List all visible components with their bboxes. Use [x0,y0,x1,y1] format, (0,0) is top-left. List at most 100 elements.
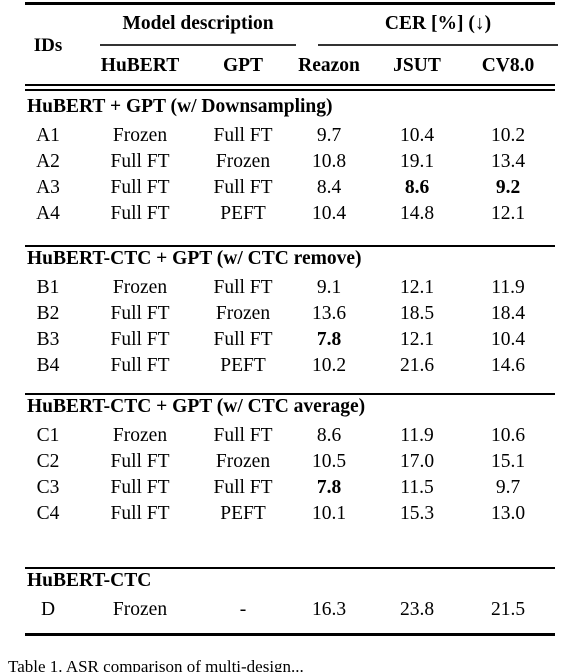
row-id: C3 [36,477,60,498]
section-header: HuBERT-CTC + GPT (w/ CTC average) [27,396,366,417]
row-gpt: Full FT [213,125,273,146]
row-cv8-cer: 9.7 [495,477,521,498]
row-id: B3 [36,329,60,350]
row-gpt: Full FT [213,425,273,446]
section-rule-d [25,567,555,569]
row-hubert: Frozen [112,277,168,298]
section-rule-c [25,393,555,395]
row-cv8-cer: 18.4 [490,303,526,324]
row-cv8-cer: 13.0 [490,503,526,524]
row-jsut-cer: 12.1 [399,277,435,298]
row-jsut-cer: 17.0 [399,451,435,472]
row-jsut-cer: 18.5 [399,303,435,324]
row-jsut-cer: 10.4 [399,125,435,146]
table-row: C3 Full FT Full FT 7.8 11.5 9.7 [0,478,580,504]
section-header: HuBERT-CTC + GPT (w/ CTC remove) [27,248,362,269]
row-hubert: Full FT [110,451,170,472]
section-rule-b [25,245,555,247]
cmidrule-cer [318,44,558,46]
row-jsut-cer: 11.9 [400,425,434,446]
row-reazon-cer: 13.6 [311,303,347,324]
row-hubert: Full FT [110,503,170,524]
row-jsut-cer: 8.6 [404,177,430,198]
row-cv8-cer: 13.4 [490,151,526,172]
row-reazon-cer: 8.4 [316,177,342,198]
header-col-jsut: JSUT [393,55,441,76]
row-cv8-cer: 11.9 [491,277,525,298]
row-gpt: Full FT [213,477,273,498]
row-reazon-cer: 8.6 [316,425,342,446]
row-gpt: Full FT [213,177,273,198]
row-gpt: - [239,599,247,620]
header-group-model: Model description [122,13,274,34]
row-id: A4 [36,203,60,224]
row-reazon-cer: 10.2 [311,355,347,376]
header-rule-upper [25,84,555,86]
row-id: B1 [36,277,60,298]
row-reazon-cer: 9.1 [316,277,342,298]
cmidrule-model-description [100,44,296,46]
header-ids: IDs [33,35,63,56]
row-hubert: Full FT [110,151,170,172]
header-rule-lower [25,89,555,91]
section-header: HuBERT-CTC [27,570,152,591]
row-cv8-cer: 12.1 [490,203,526,224]
row-gpt: PEFT [220,203,266,224]
row-gpt: Frozen [215,303,271,324]
row-id: C1 [36,425,60,446]
row-id: D [40,599,56,620]
table-row: B3 Full FT Full FT 7.8 12.1 10.4 [0,330,580,356]
table-row: C1 Frozen Full FT 8.6 11.9 10.6 [0,426,580,452]
row-hubert: Full FT [110,303,170,324]
table-row: B4 Full FT PEFT 10.2 21.6 14.6 [0,356,580,382]
row-reazon-cer: 10.1 [311,503,347,524]
row-jsut-cer: 11.5 [400,477,434,498]
header-group-cer: CER [%] (↓) [384,13,492,34]
row-hubert: Full FT [110,177,170,198]
row-reazon-cer: 10.5 [311,451,347,472]
row-jsut-cer: 23.8 [399,599,435,620]
row-id: B4 [36,355,60,376]
row-id: A3 [36,177,60,198]
row-jsut-cer: 19.1 [399,151,435,172]
row-gpt: Full FT [213,277,273,298]
row-gpt: Full FT [213,329,273,350]
row-id: C4 [36,503,60,524]
row-id: A1 [36,125,60,146]
row-jsut-cer: 14.8 [399,203,435,224]
row-id: A2 [36,151,60,172]
row-gpt: Frozen [215,151,271,172]
row-hubert: Full FT [110,203,170,224]
row-cv8-cer: 9.2 [495,177,521,198]
row-cv8-cer: 15.1 [490,451,526,472]
row-gpt: PEFT [220,503,266,524]
table-bottom-rule [25,633,555,636]
table-row: A2 Full FT Frozen 10.8 19.1 13.4 [0,152,580,178]
table-top-rule [25,2,555,5]
row-jsut-cer: 21.6 [399,355,435,376]
row-reazon-cer: 7.8 [316,477,342,498]
header-col-gpt: GPT [222,55,264,76]
row-hubert: Full FT [110,329,170,350]
row-jsut-cer: 12.1 [399,329,435,350]
row-id: C2 [36,451,60,472]
table-row: C4 Full FT PEFT 10.1 15.3 13.0 [0,504,580,530]
row-hubert: Frozen [112,125,168,146]
row-hubert: Frozen [112,425,168,446]
header-col-reazon: Reazon [298,55,360,76]
row-cv8-cer: 10.6 [490,425,526,446]
table-row: D Frozen - 16.3 23.8 21.5 [0,600,580,626]
caption-clipped: Table 1. ASR comparison of multi-design.… [8,659,572,672]
row-cv8-cer: 14.6 [490,355,526,376]
row-id: B2 [36,303,60,324]
row-reazon-cer: 10.4 [311,203,347,224]
row-hubert: Frozen [112,599,168,620]
header-col-hubert: HuBERT [100,55,180,76]
table-row: A1 Frozen Full FT 9.7 10.4 10.2 [0,126,580,152]
row-cv8-cer: 10.2 [490,125,526,146]
table-row: B1 Frozen Full FT 9.1 12.1 11.9 [0,278,580,304]
row-hubert: Full FT [110,477,170,498]
results-table: IDs Model description CER [%] (↓) HuBERT… [0,0,580,672]
row-jsut-cer: 15.3 [399,503,435,524]
row-hubert: Full FT [110,355,170,376]
